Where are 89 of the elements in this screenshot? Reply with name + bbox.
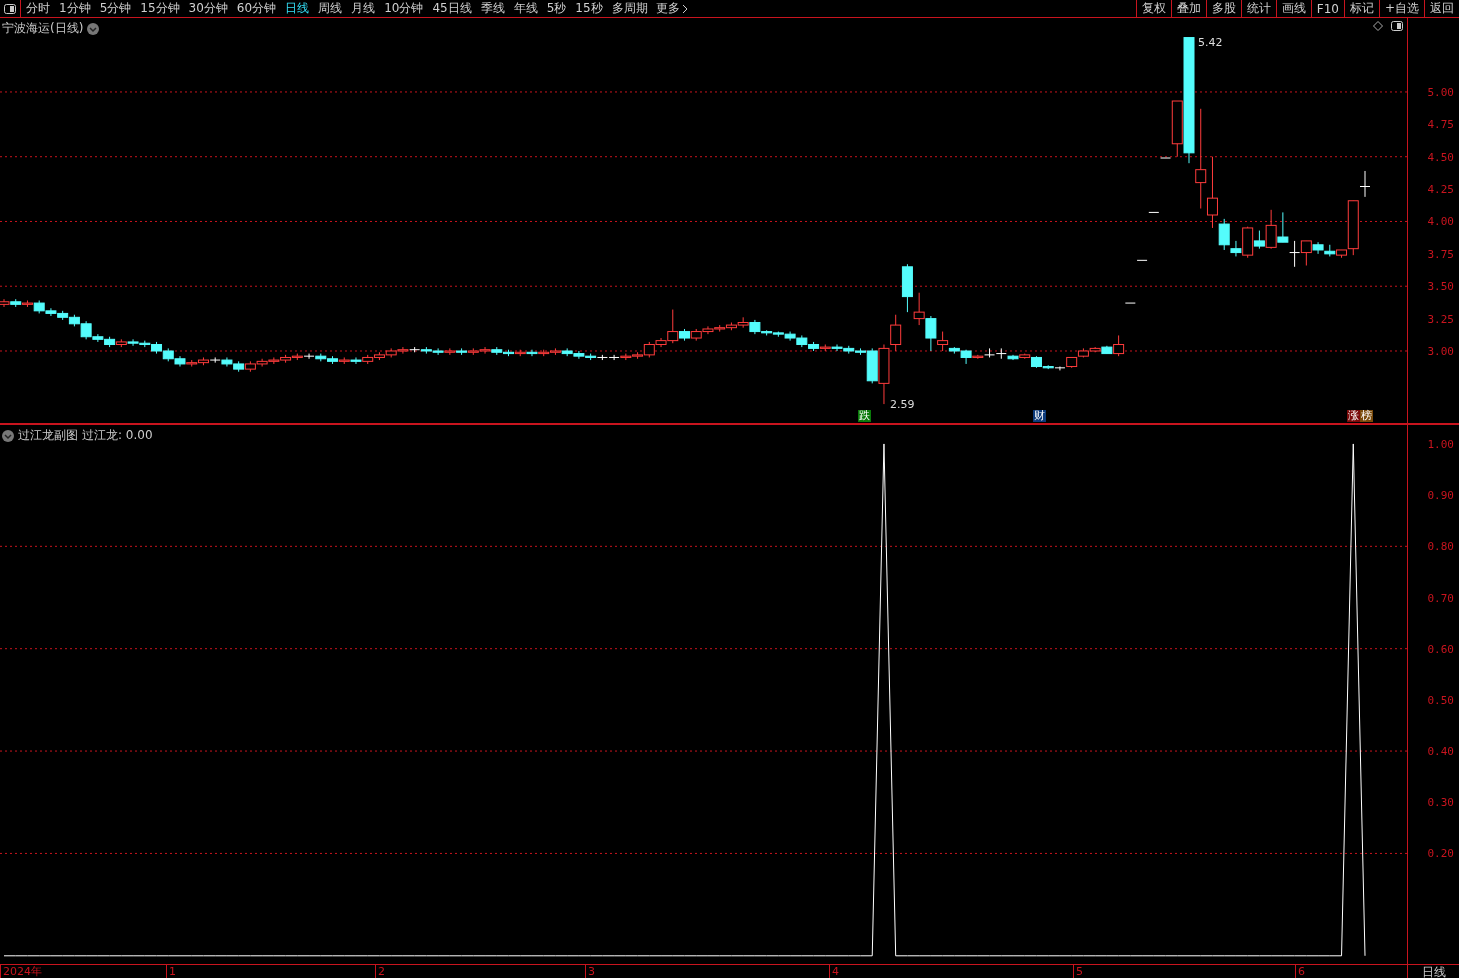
diamond-icon[interactable] bbox=[1373, 21, 1383, 31]
period-tab[interactable]: 5秒 bbox=[541, 0, 571, 17]
more-menu[interactable]: 更多 bbox=[651, 0, 688, 17]
period-tab[interactable]: 多周期 bbox=[606, 0, 652, 17]
date-label: 5 bbox=[1073, 965, 1083, 978]
toolbar-button[interactable]: 标记 bbox=[1343, 0, 1379, 17]
panel-toggle-icon[interactable] bbox=[1391, 21, 1403, 31]
low-price-label: 2.59 bbox=[890, 398, 915, 411]
candlestick bbox=[1289, 240, 1300, 268]
candlestick bbox=[913, 292, 925, 326]
high-price-label: 5.42 bbox=[1198, 36, 1223, 49]
candlestick bbox=[937, 331, 949, 352]
date-label: 2 bbox=[375, 965, 385, 978]
toolbar-button[interactable]: 叠加 bbox=[1170, 0, 1206, 17]
value-tick: 0.30 bbox=[1427, 795, 1454, 809]
candlestick bbox=[1054, 366, 1065, 371]
candlestick bbox=[526, 349, 538, 357]
price-tick: 5.00 bbox=[1427, 85, 1454, 99]
chevron-right-icon bbox=[681, 3, 688, 14]
date-label: 6 bbox=[1295, 965, 1305, 978]
value-tick: 0.80 bbox=[1427, 539, 1454, 553]
toolbar-button[interactable]: 多股 bbox=[1205, 0, 1241, 17]
period-tab[interactable]: 15分钟 bbox=[135, 0, 184, 17]
candlestick bbox=[1113, 334, 1125, 357]
date-label: 3 bbox=[585, 965, 595, 978]
period-tab[interactable]: 月线 bbox=[346, 0, 380, 17]
candlestick bbox=[350, 356, 362, 365]
value-tick: 0.70 bbox=[1427, 591, 1454, 604]
candlestick bbox=[1265, 209, 1277, 250]
toolbar-button[interactable]: 复权 bbox=[1135, 0, 1171, 17]
toolbar-button[interactable]: 返回 bbox=[1424, 0, 1459, 17]
period-tab[interactable]: 45日线 bbox=[427, 0, 476, 17]
period-tab[interactable]: 1分钟 bbox=[54, 0, 95, 17]
candlestick bbox=[890, 314, 902, 352]
candlestick bbox=[1300, 240, 1312, 267]
value-tick: 0.60 bbox=[1427, 642, 1454, 656]
candlestick bbox=[609, 354, 620, 361]
date-label: 1 bbox=[166, 965, 176, 978]
period-tab[interactable]: 季线 bbox=[475, 0, 509, 17]
price-tick: 3.50 bbox=[1427, 279, 1454, 293]
candlestick bbox=[1195, 108, 1207, 210]
candlestick bbox=[1230, 240, 1242, 257]
price-tick: 3.25 bbox=[1427, 312, 1454, 326]
candlestick bbox=[1277, 211, 1289, 243]
event-badge[interactable]: 跌 bbox=[858, 410, 871, 422]
value-tick: 0.40 bbox=[1427, 744, 1454, 758]
candlestick bbox=[210, 356, 221, 364]
price-tick: 4.00 bbox=[1427, 214, 1454, 228]
chevron-down-icon[interactable] bbox=[2, 429, 14, 442]
panel-toggle-icon[interactable] bbox=[4, 3, 16, 14]
period-tab[interactable]: 30分钟 bbox=[183, 0, 232, 17]
toolbar-button[interactable]: +自选 bbox=[1378, 0, 1424, 17]
indicator-reading: 过江龙: 0.00 bbox=[82, 427, 153, 444]
period-label: 日线 bbox=[1407, 965, 1459, 978]
value-tick: 0.50 bbox=[1427, 693, 1454, 707]
period-tab[interactable]: 周线 bbox=[313, 0, 347, 17]
candlestick bbox=[304, 353, 315, 360]
price-tick: 3.00 bbox=[1427, 344, 1454, 358]
price-tick: 3.75 bbox=[1427, 247, 1454, 261]
price-tick: 4.25 bbox=[1427, 182, 1454, 196]
toolbar-button[interactable]: F10 bbox=[1310, 0, 1344, 17]
value-tick: 0.20 bbox=[1427, 846, 1454, 860]
toolbar-button[interactable]: 统计 bbox=[1240, 0, 1276, 17]
indicator-title: 过江龙副图 bbox=[18, 427, 78, 444]
period-tab[interactable]: 10分钟 bbox=[379, 0, 428, 17]
event-badge[interactable]: 榜 bbox=[1360, 410, 1373, 422]
toolbar-button[interactable]: 画线 bbox=[1275, 0, 1311, 17]
chevron-down-icon[interactable] bbox=[87, 22, 100, 35]
event-badge[interactable]: 财 bbox=[1033, 410, 1046, 422]
price-tick: 4.75 bbox=[1427, 117, 1454, 131]
period-tab[interactable]: 年线 bbox=[508, 0, 542, 17]
candlestick bbox=[1206, 156, 1218, 229]
date-label: 2024年 bbox=[0, 965, 42, 978]
date-label: 4 bbox=[829, 965, 839, 978]
candlestick bbox=[1360, 170, 1370, 198]
candlestick bbox=[1253, 230, 1265, 250]
value-tick: 0.90 bbox=[1427, 488, 1454, 502]
candlestick bbox=[996, 347, 1007, 360]
value-tick: 1.00 bbox=[1427, 437, 1454, 451]
period-tab[interactable]: 日线 bbox=[280, 0, 314, 17]
period-tab[interactable]: 15秒 bbox=[570, 0, 607, 17]
period-tab[interactable]: 5分钟 bbox=[94, 0, 136, 17]
chart-title: 宁波海运(日线) bbox=[2, 20, 84, 37]
price-tick: 4.50 bbox=[1427, 150, 1454, 164]
event-badge[interactable]: 涨 bbox=[1347, 410, 1360, 422]
period-tab[interactable]: 分时 bbox=[21, 0, 54, 17]
period-tab[interactable]: 60分钟 bbox=[231, 0, 281, 17]
candlestick bbox=[1218, 218, 1230, 251]
candlestick bbox=[925, 315, 937, 352]
